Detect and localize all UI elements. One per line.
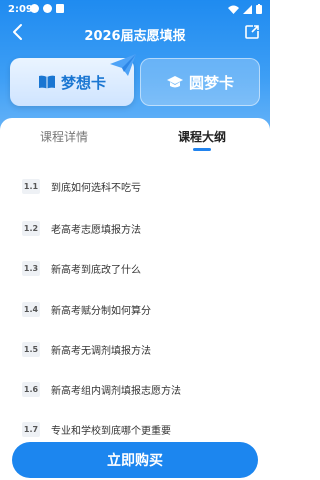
outline-item-title: 到底如何选科不吃亏: [51, 182, 141, 194]
card-tab-fulfill[interactable]: 圆梦卡: [140, 58, 260, 106]
outline-item[interactable]: 1.7 专业和学校到底哪个更重要: [22, 419, 252, 439]
status-bar: 2:09: [0, 0, 270, 20]
tab-course-detail[interactable]: 课程详情: [40, 128, 88, 145]
active-tab-indicator: [193, 148, 211, 151]
battery-icon: [256, 4, 262, 14]
course-tabs: 课程详情 课程大纲: [0, 118, 270, 158]
buy-now-button[interactable]: 立即购买: [12, 442, 258, 478]
outline-item-title: 新高考无调剂填报方法: [51, 345, 151, 357]
outline-item[interactable]: 1.1 到底如何选科不吃亏: [22, 176, 252, 196]
outline-item-number: 1.7: [22, 421, 40, 437]
outline-item[interactable]: 1.5 新高考无调剂填报方法: [22, 339, 252, 359]
outline-item-number: 1.1: [22, 178, 40, 194]
notification-icon: [30, 4, 39, 13]
outline-item-number: 1.3: [22, 260, 40, 276]
signal-icon: [243, 4, 252, 14]
outline-item-number: 1.2: [22, 220, 40, 236]
paper-plane-icon: [110, 54, 136, 76]
graduation-cap-icon: [166, 75, 184, 89]
outline-item[interactable]: 1.3 新高考到底改了什么: [22, 258, 252, 278]
card-tab-fulfill-label: 圆梦卡: [188, 73, 234, 92]
title-bar: 2026届志愿填报: [0, 20, 270, 46]
share-edit-icon[interactable]: [244, 24, 260, 40]
page-title: 2026届志愿填报: [84, 29, 186, 44]
outline-item-number: 1.4: [22, 301, 40, 317]
tab-course-outline[interactable]: 课程大纲: [178, 128, 226, 145]
book-icon: [38, 75, 56, 89]
content-panel: 课程详情 课程大纲 1.1 到底如何选科不吃亏 1.2 老高考志愿填报方法 1.…: [0, 118, 270, 480]
outline-item-title: 专业和学校到底哪个更重要: [51, 425, 171, 437]
app-notification-icon: [43, 4, 52, 13]
status-left-icons: [30, 4, 64, 13]
outline-item[interactable]: 1.2 老高考志愿填报方法: [22, 218, 252, 238]
sim-icon: [56, 4, 64, 13]
outline-item[interactable]: 1.4 新高考赋分制如何算分: [22, 299, 252, 319]
outline-item-title: 新高考赋分制如何算分: [51, 305, 151, 317]
card-selector: 梦想卡 圆梦卡: [10, 54, 260, 106]
outline-item[interactable]: 1.6 新高考组内调剂填报志愿方法: [22, 379, 252, 399]
card-tab-dream-label: 梦想卡: [60, 73, 106, 92]
card-tab-dream[interactable]: 梦想卡: [10, 54, 136, 106]
wifi-icon: [228, 5, 239, 14]
outline-item-number: 1.6: [22, 381, 40, 397]
outline-item-title: 新高考组内调剂填报志愿方法: [51, 385, 181, 397]
status-right-icons: [228, 4, 262, 14]
outline-item-title: 老高考志愿填报方法: [51, 224, 141, 236]
outline-item-number: 1.5: [22, 341, 40, 357]
outline-item-title: 新高考到底改了什么: [51, 264, 141, 276]
